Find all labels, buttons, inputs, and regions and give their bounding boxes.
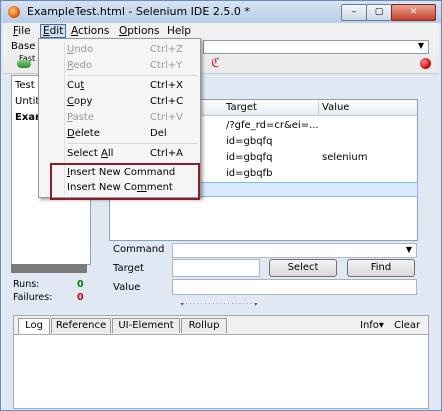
menu-actions[interactable]: Actions — [71, 25, 109, 37]
menu-help[interactable]: Help — [167, 25, 191, 37]
menu-options-rest: ptions — [127, 25, 160, 37]
shortcut-cut: Ctrl+X — [150, 80, 184, 91]
menu-item-label: aste — [72, 112, 95, 123]
progress-bar — [11, 264, 87, 273]
menu-item-label: Cu — [67, 80, 81, 91]
shortcut-copy: Ctrl+C — [150, 96, 184, 107]
menu-edit-accel: E — [43, 25, 50, 37]
speed-slider[interactable] — [17, 60, 31, 68]
panel-splitter[interactable]: ▾ · · · · · · · · · · · · · · · · · · ▾ — [167, 301, 271, 308]
target-label: Target — [113, 263, 144, 274]
bottom-tab-bar: Log Reference UI-Element Rollup Info▾ Cl… — [14, 316, 428, 335]
test-case-header: Test — [15, 80, 35, 91]
menu-item-redo[interactable]: Redo — [67, 60, 92, 71]
failures-label: Failures: — [13, 292, 53, 303]
menu-edit-rest: dit — [49, 25, 64, 37]
menu-item-delete[interactable]: Delete — [67, 128, 100, 139]
selenium-ide-window: ExampleTest.html - Selenium IDE 2.5.0 * … — [0, 0, 442, 411]
target-field[interactable] — [172, 259, 260, 277]
menu-item-accel: t — [80, 80, 85, 91]
menu-item-label: opy — [73, 96, 93, 107]
menu-separator — [67, 75, 197, 76]
menu-item-accel: C — [67, 96, 74, 107]
menu-separator — [67, 143, 197, 144]
menu-item-select-all[interactable]: Select All — [67, 148, 113, 159]
column-target[interactable]: Target — [226, 102, 257, 113]
cell-value[interactable]: selenium — [322, 152, 368, 163]
column-value[interactable]: Value — [322, 102, 349, 113]
tab-ui-element[interactable]: UI-Element — [112, 318, 180, 333]
menu-item-label: ll — [107, 148, 114, 159]
rollup-icon[interactable]: ℭ — [211, 56, 220, 71]
menu-item-label: elete — [74, 128, 100, 139]
menu-item-cut[interactable]: Cut — [67, 80, 84, 91]
close-button[interactable]: ✕ — [391, 4, 436, 21]
chevron-down-icon[interactable]: ▼ — [406, 245, 412, 254]
base-url-label: Base — [11, 41, 36, 52]
menu-bar: File Edit Actions Options Help — [3, 23, 439, 39]
menu-item-undo[interactable]: Undo — [67, 44, 93, 55]
shortcut-delete: Del — [150, 128, 167, 139]
menu-file-rest: ile — [18, 25, 31, 37]
menu-item-paste[interactable]: Paste — [67, 112, 94, 123]
value-label: Value — [113, 282, 141, 293]
menu-item-accel: D — [67, 128, 75, 139]
highlight-annotation-box — [50, 163, 200, 200]
column-divider — [318, 101, 319, 114]
info-dropdown[interactable]: Info▾ — [360, 320, 384, 331]
shortcut-select-all: Ctrl+A — [150, 148, 184, 159]
test-case-item[interactable]: Exar — [15, 112, 40, 123]
firefox-icon — [8, 6, 20, 18]
record-button[interactable] — [420, 58, 431, 69]
runs-label: Runs: — [13, 279, 40, 290]
menu-options[interactable]: Options — [119, 25, 160, 37]
cell-target[interactable]: id=gbqfq — [226, 152, 272, 163]
cell-target[interactable]: id=gbqfq — [226, 136, 272, 147]
tab-rollup[interactable]: Rollup — [181, 318, 227, 333]
tab-reference[interactable]: Reference — [51, 318, 111, 333]
clear-button[interactable]: Clear — [394, 320, 420, 331]
maximize-button[interactable]: ▢ — [366, 4, 392, 21]
value-field[interactable] — [172, 279, 417, 295]
menu-actions-accel: A — [71, 25, 78, 37]
base-url-input[interactable]: ▼ — [203, 40, 429, 54]
minimize-button[interactable]: – — [341, 4, 367, 21]
menu-file[interactable]: File — [13, 25, 31, 37]
shortcut-paste: Ctrl+V — [150, 112, 184, 123]
cell-target[interactable]: /?gfe_rd=cr&ei=... — [226, 120, 319, 131]
command-field[interactable]: ▼ — [172, 243, 417, 258]
command-label: Command — [113, 244, 165, 255]
menu-item-label: Select — [67, 148, 102, 159]
shortcut-redo: Ctrl+Y — [150, 60, 183, 71]
menu-item-copy[interactable]: Copy — [67, 96, 92, 107]
menu-item-accel: A — [101, 148, 108, 159]
menu-edit[interactable]: Edit — [40, 24, 67, 38]
shortcut-undo: Ctrl+Z — [150, 44, 184, 55]
tab-log[interactable]: Log — [18, 318, 50, 334]
window-title: ExampleTest.html - Selenium IDE 2.5.0 * — [27, 5, 250, 18]
failures-value: 0 — [77, 292, 84, 303]
log-panel: Log Reference UI-Element Rollup Info▾ Cl… — [13, 315, 429, 409]
menu-actions-rest: ctions — [78, 25, 110, 37]
test-case-item[interactable]: Untit — [15, 96, 39, 107]
select-button[interactable]: Select — [269, 259, 337, 277]
cell-target[interactable]: id=gbqfb — [226, 168, 272, 179]
edit-menu-dropdown: Undo Ctrl+Z Redo Ctrl+Y Cut Ctrl+X Copy … — [38, 38, 201, 200]
menu-item-label: edo — [73, 60, 93, 71]
find-button[interactable]: Find — [347, 259, 415, 277]
runs-value: 0 — [77, 279, 84, 290]
chevron-down-icon[interactable]: ▼ — [418, 41, 424, 50]
title-bar: ExampleTest.html - Selenium IDE 2.5.0 * … — [1, 1, 441, 23]
menu-item-label: ndo — [74, 44, 94, 55]
